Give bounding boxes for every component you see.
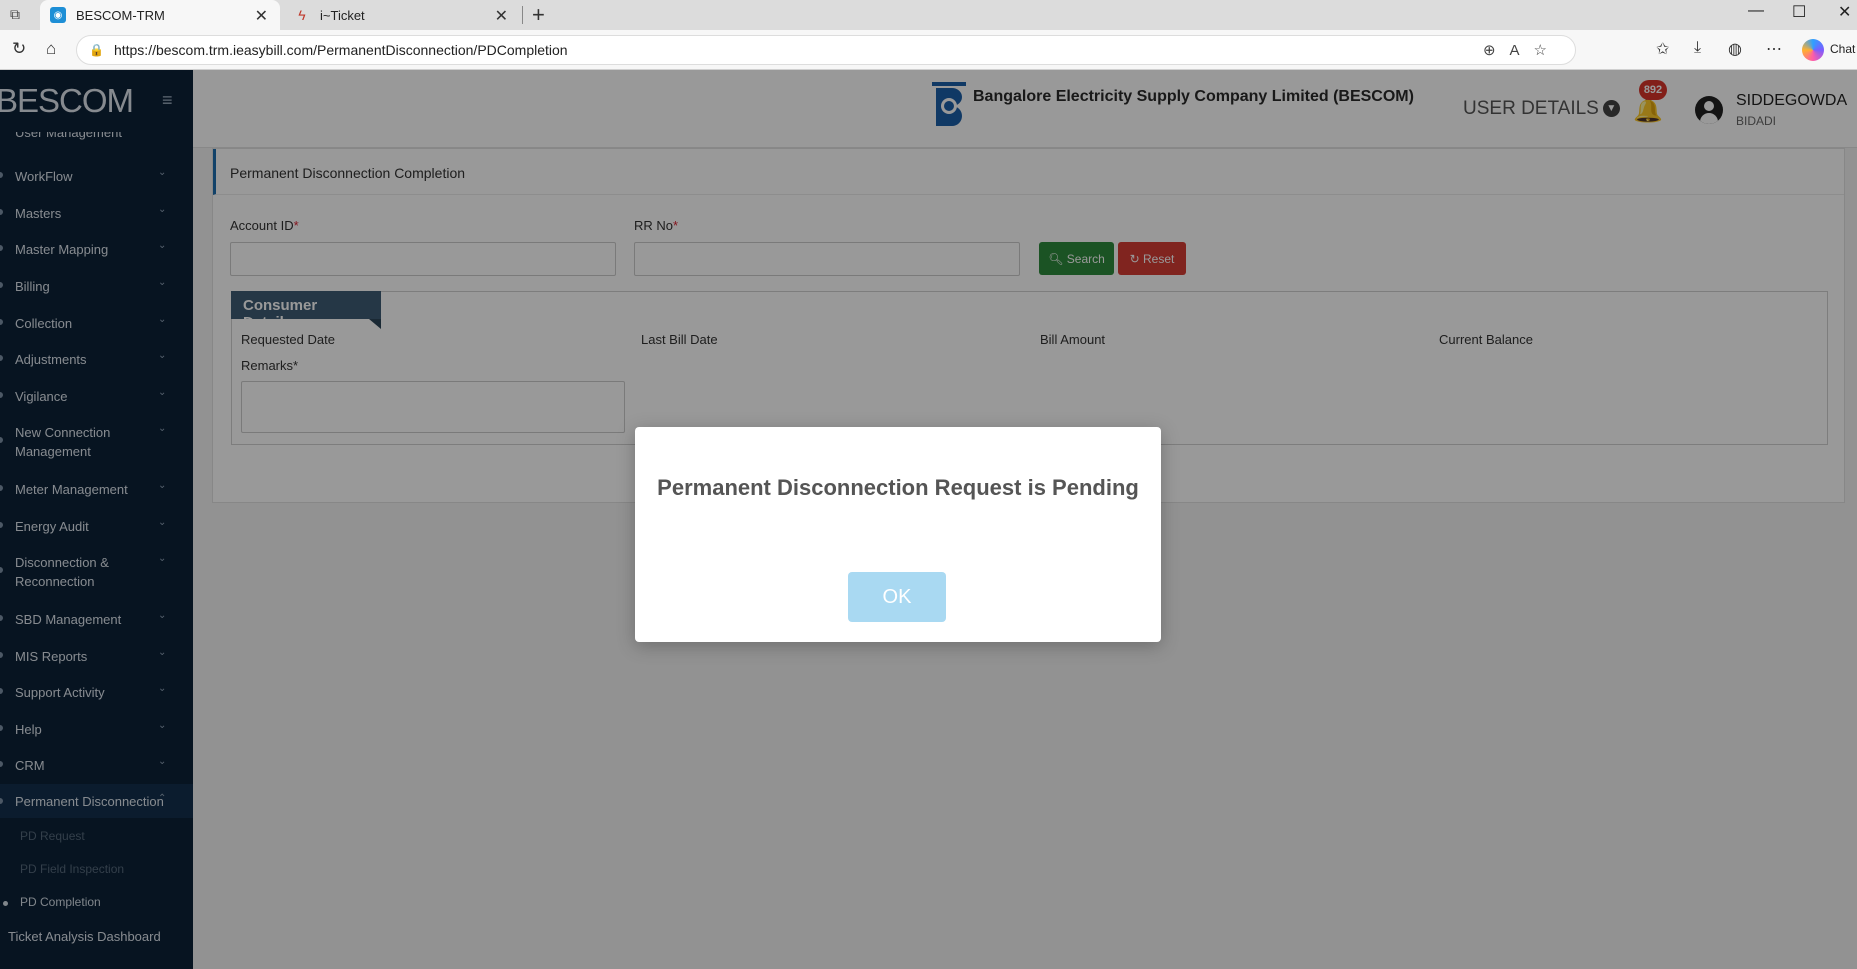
tab-title: i~Ticket [320,7,365,23]
close-window-icon[interactable]: ✕ [1838,2,1851,22]
new-tab-icon[interactable]: + [532,2,545,28]
browser-tab-bescom[interactable]: ◉ BESCOM-TRM ✕ [40,0,280,30]
alert-message: Permanent Disconnection Request is Pendi… [657,475,1139,500]
browser-tab-iticket[interactable]: ϟ i~Ticket ✕ [284,0,520,30]
minimize-icon[interactable]: — [1748,2,1764,20]
profile-icon[interactable]: ◍ [1728,39,1742,59]
address-bar-icons: ⊕A☆ [1483,41,1561,59]
zoom-icon[interactable]: ⊕ [1483,42,1510,59]
alert-dialog: Permanent Disconnection Request is Pendi… [635,427,1161,642]
app-root: BESCOM ≡ User Management WorkFlow ⌄ Mast… [0,70,1857,969]
maximize-icon[interactable]: ☐ [1792,2,1806,22]
close-tab-icon[interactable]: ✕ [255,6,268,26]
address-bar[interactable]: 🔒 https://bescom.trm.ieasybill.com/Perma… [76,35,1576,65]
read-aloud-icon[interactable]: A [1510,42,1534,59]
iticket-favicon-icon: ϟ [298,7,306,23]
workspaces-icon[interactable]: ⧉ [10,6,28,24]
more-options-icon[interactable]: ⋯ [1766,39,1782,59]
bescom-favicon-icon: ◉ [50,7,66,23]
url-text: https://bescom.trm.ieasybill.com/Permane… [113,42,568,58]
favorite-star-icon[interactable]: ☆ [1534,42,1561,59]
favorites-icon[interactable]: ✩ [1656,39,1669,59]
download-icon[interactable]: ⤓ [1694,39,1701,57]
ok-button[interactable]: OK [848,572,946,622]
chat-label[interactable]: Chat [1830,42,1855,56]
lock-icon[interactable]: 🔒 [89,43,104,57]
reload-icon[interactable]: ↻ [12,39,26,59]
close-tab-icon[interactable]: ✕ [495,6,508,26]
tab-title: BESCOM-TRM [76,7,165,23]
browser-toolbar: ↻ ⌂ 🔒 https://bescom.trm.ieasybill.com/P… [0,30,1857,70]
home-icon[interactable]: ⌂ [46,39,56,59]
copilot-icon[interactable] [1802,39,1824,61]
tab-separator [522,6,523,24]
browser-tab-bar: ⧉ ◉ BESCOM-TRM ✕ ϟ i~Ticket ✕ + — ☐ ✕ [0,0,1857,30]
